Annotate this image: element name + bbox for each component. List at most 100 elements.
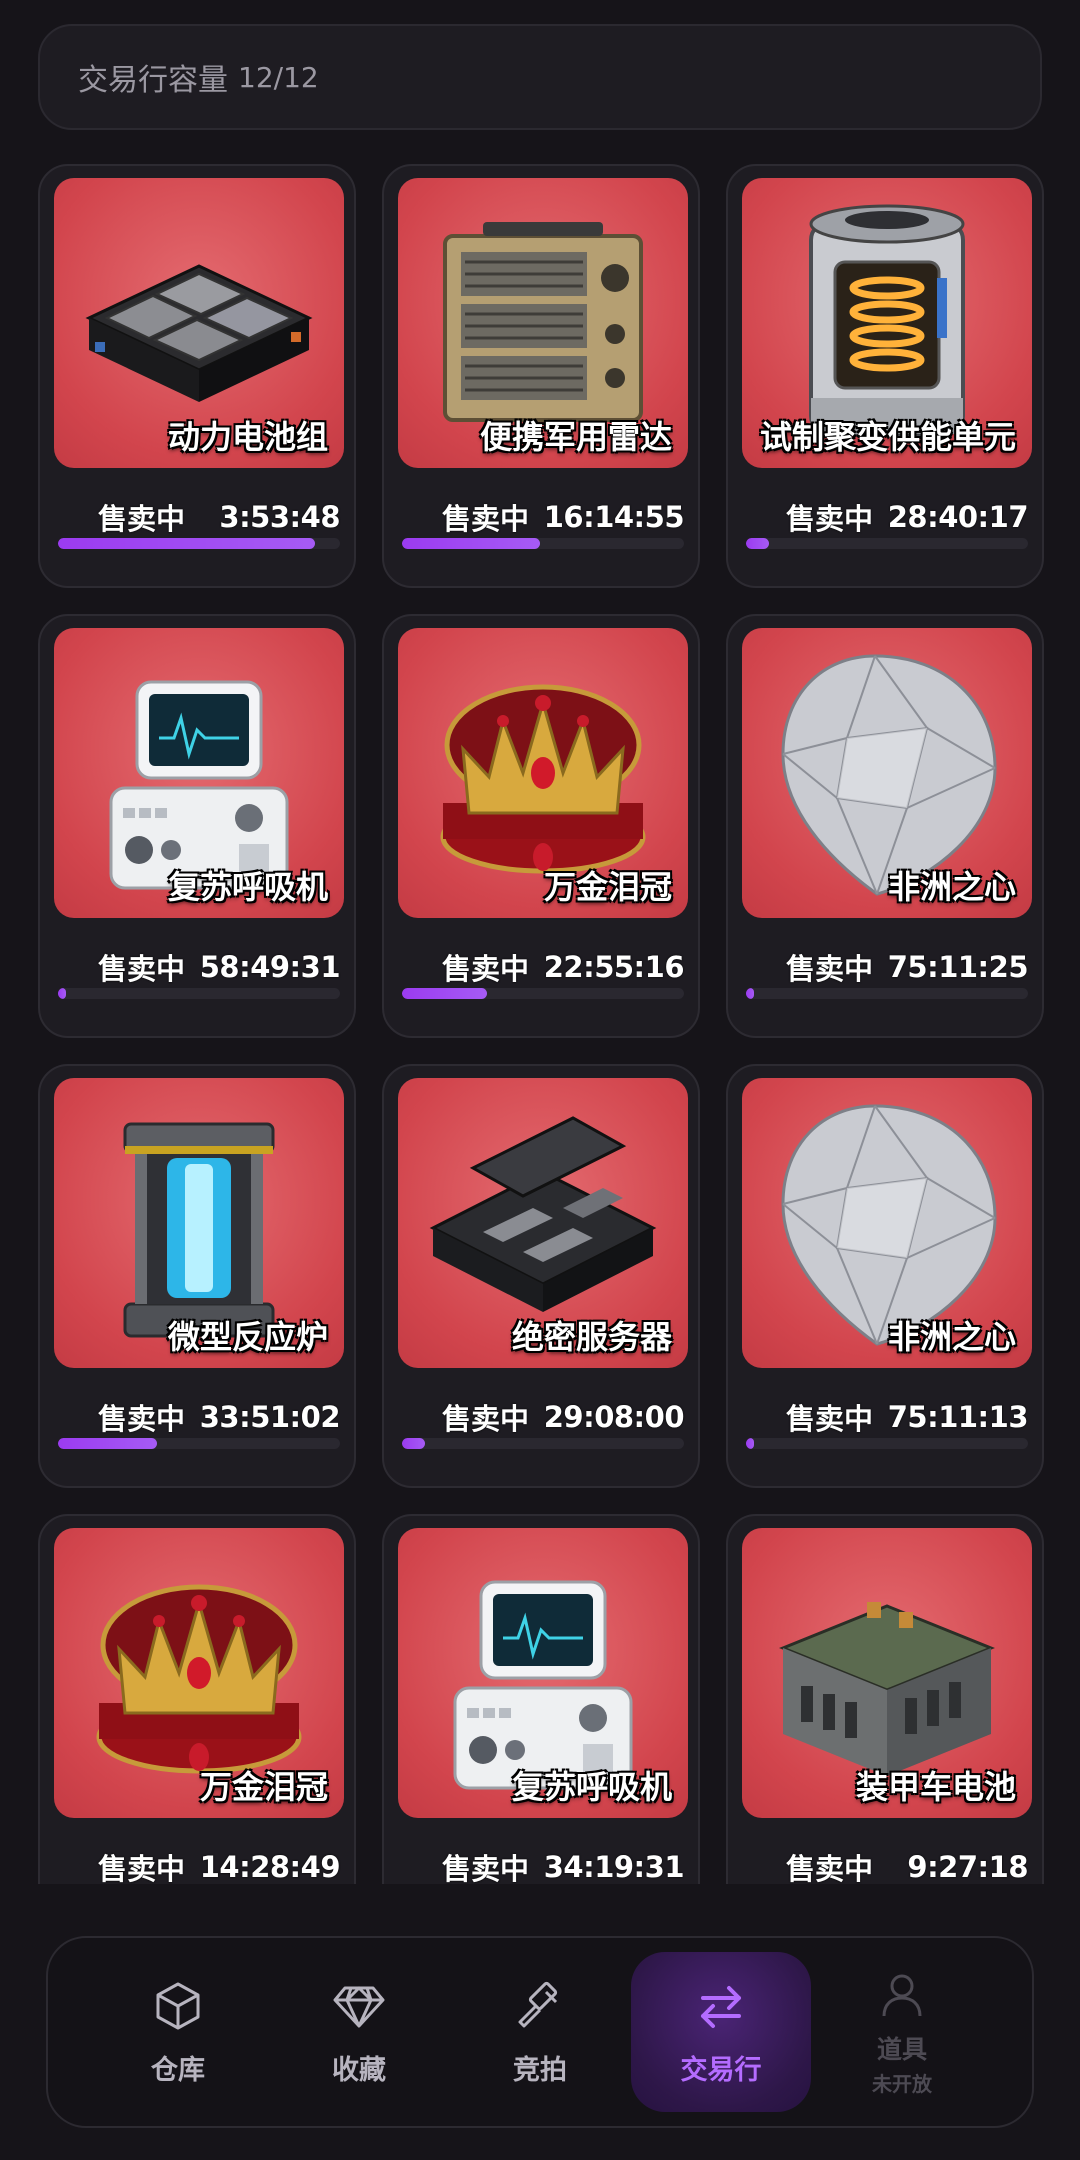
- item-name: 装甲车电池: [855, 1768, 1016, 1806]
- status-label: 售卖中: [786, 502, 874, 536]
- nav-collection[interactable]: 收藏: [269, 1952, 449, 2112]
- nav-label: 竞拍: [513, 2054, 567, 2086]
- sale-progress-bar: [402, 538, 684, 549]
- time-remaining: 29:08:00: [543, 1400, 685, 1434]
- item-thumbnail: 复苏呼吸机: [54, 628, 344, 918]
- nav-sublabel: 未开放: [872, 2071, 932, 2096]
- listing-scroll-area[interactable]: 动力电池组 售卖中 3:53:48 便携军用雷达 售卖中 16:14:55 试制…: [0, 156, 1080, 1884]
- item-thumbnail: 万金泪冠: [398, 628, 688, 918]
- item-name: 绝密服务器: [511, 1318, 672, 1356]
- sale-progress-bar: [58, 1438, 340, 1449]
- time-remaining: 16:14:55: [543, 500, 685, 534]
- item-thumbnail: 复苏呼吸机: [398, 1528, 688, 1818]
- time-remaining: 14:28:49: [199, 1850, 341, 1884]
- item-name: 试制聚变供能单元: [759, 418, 1016, 456]
- item-thumbnail: 绝密服务器: [398, 1078, 688, 1368]
- status-row: 售卖中 75:11:25: [742, 942, 1029, 992]
- listing-card[interactable]: 万金泪冠 售卖中 14:28:49: [38, 1514, 356, 1884]
- sale-progress-bar: [746, 988, 1028, 999]
- status-row: 售卖中 34:19:31: [398, 1842, 685, 1884]
- sale-progress-fill: [746, 988, 755, 999]
- status-label: 售卖中: [442, 1852, 530, 1884]
- status-row: 售卖中 9:27:18: [742, 1842, 1028, 1884]
- sale-progress-bar: [58, 538, 340, 549]
- item-name: 万金泪冠: [543, 868, 672, 906]
- nav-label: 收藏: [332, 2054, 386, 2086]
- item-thumbnail: 动力电池组: [54, 178, 344, 468]
- bottom-nav: 仓库 收藏 竞拍 交易行 道具未开放: [46, 1936, 1034, 2128]
- sale-progress-fill: [746, 538, 769, 549]
- item-thumbnail: 试制聚变供能单元: [742, 178, 1032, 468]
- item-thumbnail: 万金泪冠: [54, 1528, 344, 1818]
- status-label: 售卖中: [98, 502, 186, 536]
- listing-grid: 动力电池组 售卖中 3:53:48 便携军用雷达 售卖中 16:14:55 试制…: [38, 164, 1048, 1884]
- sale-progress-bar: [746, 538, 1028, 549]
- listing-card[interactable]: 微型反应炉 售卖中 33:51:02: [38, 1064, 356, 1488]
- nav-label: 交易行: [680, 2054, 762, 2086]
- time-remaining: 22:55:16: [543, 950, 685, 984]
- gavel-icon: [518, 1981, 558, 2027]
- person-icon: [882, 1974, 922, 2016]
- time-remaining: 34:19:31: [543, 1850, 685, 1884]
- sale-progress-fill: [58, 988, 67, 999]
- nav-warehouse[interactable]: 仓库: [88, 1952, 268, 2112]
- status-row: 售卖中 3:53:48: [54, 492, 340, 542]
- item-name: 动力电池组: [167, 418, 328, 456]
- status-row: 售卖中 33:51:02: [54, 1392, 341, 1442]
- item-name: 复苏呼吸机: [167, 868, 328, 906]
- status-label: 售卖中: [442, 1402, 530, 1436]
- nav-market[interactable]: 交易行: [631, 1952, 811, 2112]
- item-name: 非洲之心: [887, 868, 1016, 906]
- sale-progress-fill: [746, 1438, 755, 1449]
- time-remaining: 3:53:48: [219, 500, 340, 534]
- status-label: 售卖中: [98, 1402, 186, 1436]
- listing-card[interactable]: 装甲车电池 售卖中 9:27:18: [726, 1514, 1044, 1884]
- status-label: 售卖中: [786, 952, 874, 986]
- listing-card[interactable]: 便携军用雷达 售卖中 16:14:55: [382, 164, 700, 588]
- listing-card[interactable]: 非洲之心 售卖中 75:11:13: [726, 1064, 1044, 1488]
- status-label: 售卖中: [442, 952, 530, 986]
- status-row: 售卖中 14:28:49: [54, 1842, 341, 1884]
- listing-card[interactable]: 万金泪冠 售卖中 22:55:16: [382, 614, 700, 1038]
- capacity-title: 交易行容量: [78, 63, 228, 98]
- time-remaining: 9:27:18: [907, 1850, 1028, 1884]
- sale-progress-bar: [58, 988, 340, 999]
- status-label: 售卖中: [98, 1852, 186, 1884]
- listing-card[interactable]: 非洲之心 售卖中 75:11:25: [726, 614, 1044, 1038]
- item-name: 万金泪冠: [199, 1768, 328, 1806]
- status-label: 售卖中: [786, 1852, 874, 1884]
- status-row: 售卖中 75:11:13: [742, 1392, 1029, 1442]
- item-name: 微型反应炉: [167, 1318, 328, 1356]
- time-remaining: 58:49:31: [199, 950, 341, 984]
- item-thumbnail: 非洲之心: [742, 628, 1032, 918]
- time-remaining: 75:11:13: [887, 1400, 1029, 1434]
- item-name: 便携军用雷达: [479, 418, 672, 456]
- listing-card[interactable]: 试制聚变供能单元 售卖中 28:40:17: [726, 164, 1044, 588]
- sale-progress-fill: [402, 988, 487, 999]
- nav-label: 道具: [876, 2034, 927, 2064]
- status-row: 售卖中 22:55:16: [398, 942, 685, 992]
- status-row: 售卖中 29:08:00: [398, 1392, 685, 1442]
- status-row: 售卖中 28:40:17: [742, 492, 1029, 542]
- sale-progress-fill: [58, 1438, 157, 1449]
- listing-card[interactable]: 绝密服务器 售卖中 29:08:00: [382, 1064, 700, 1488]
- status-label: 售卖中: [442, 502, 530, 536]
- sale-progress-fill: [58, 538, 315, 549]
- listing-card[interactable]: 复苏呼吸机 售卖中 58:49:31: [38, 614, 356, 1038]
- listing-card[interactable]: 复苏呼吸机 售卖中 34:19:31: [382, 1514, 700, 1884]
- time-remaining: 28:40:17: [887, 500, 1029, 534]
- time-remaining: 75:11:25: [887, 950, 1029, 984]
- listing-card[interactable]: 动力电池组 售卖中 3:53:48: [38, 164, 356, 588]
- diamond-icon: [333, 1986, 385, 2027]
- nav-label: 仓库: [151, 2054, 205, 2086]
- sale-progress-bar: [402, 988, 684, 999]
- sale-progress-bar: [402, 1438, 684, 1449]
- nav-auction[interactable]: 竞拍: [450, 1952, 630, 2112]
- item-thumbnail: 非洲之心: [742, 1078, 1032, 1368]
- status-label: 售卖中: [98, 952, 186, 986]
- sale-progress-bar: [746, 1438, 1028, 1449]
- status-row: 售卖中 58:49:31: [54, 942, 341, 992]
- capacity-count: 12/12: [238, 60, 319, 94]
- sale-progress-fill: [402, 538, 541, 549]
- item-thumbnail: 便携军用雷达: [398, 178, 688, 468]
